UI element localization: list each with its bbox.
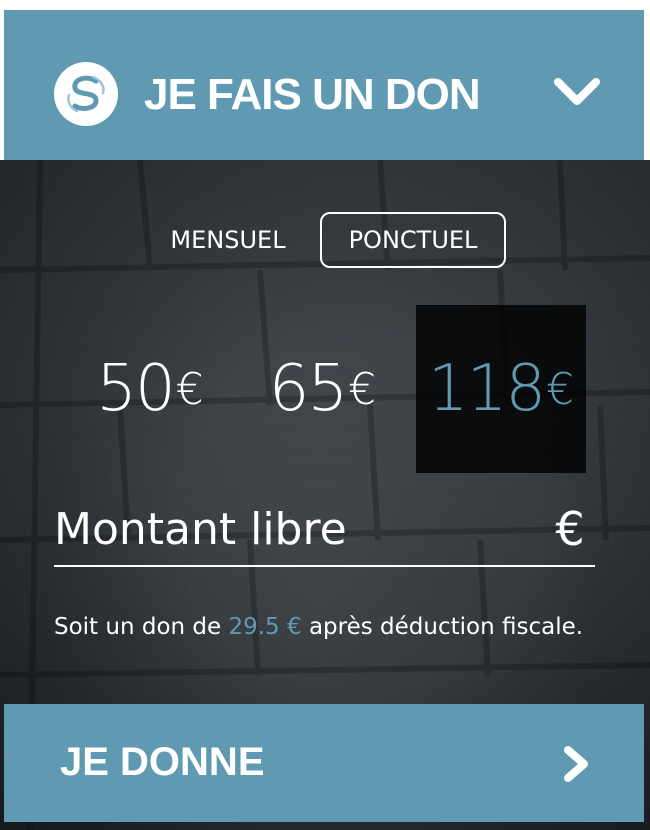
donation-widget: JE FAIS UN DON MENSUEL PONCTUEL 50 € 65 € … [0,0,650,830]
custom-amount-input[interactable] [54,497,534,561]
amount-option-50[interactable]: 50 € [70,305,230,473]
euro-symbol: € [555,502,585,556]
s-logo-icon [54,62,118,126]
tax-note-prefix: Soit un don de [54,614,222,640]
tax-note-amount: 29.5 € [228,614,302,640]
tax-deduction-note: Soit un don de 29.5 € après déduction fi… [54,610,594,645]
amount-value: 118 [427,352,546,426]
donate-button[interactable]: JE DONNE [4,704,644,822]
frequency-mensuel-tab[interactable]: MENSUEL [148,212,308,268]
amount-currency: € [175,363,204,415]
amount-currency: € [546,363,575,415]
amount-value: 65 [268,352,348,426]
input-underline [54,565,595,567]
tax-note-suffix: après déduction fiscale. [308,614,584,640]
chevron-down-icon[interactable] [552,76,602,110]
amount-currency: € [348,363,377,415]
chevron-right-icon [560,744,592,784]
amount-option-65[interactable]: 65 € [240,305,405,473]
donate-button-label: JE DONNE [60,740,265,784]
frequency-ponctuel-tab[interactable]: PONCTUEL [320,212,506,268]
amount-option-118-selected[interactable]: 118 € [416,305,586,473]
amount-value: 50 [96,352,175,426]
donation-header[interactable]: JE FAIS UN DON [4,10,644,160]
header-title: JE FAIS UN DON [144,70,481,119]
